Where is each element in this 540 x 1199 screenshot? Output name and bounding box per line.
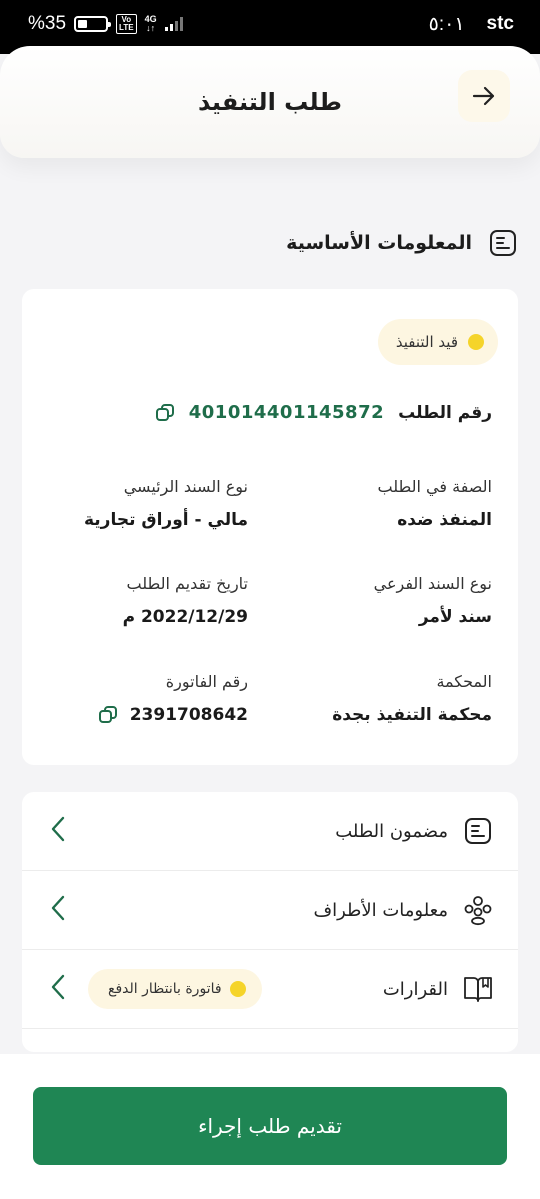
document-icon xyxy=(462,816,494,846)
list-item-label: معلومات الأطراف xyxy=(313,899,448,921)
status-dot-icon xyxy=(229,981,246,997)
list-item-decisions[interactable]: القرارات فاتورة بانتظار الدفع xyxy=(22,950,518,1029)
field-value: 2391708642 xyxy=(129,705,248,725)
field-value: المنفذ ضده xyxy=(397,510,492,530)
page-title: طلب التنفيذ xyxy=(198,88,342,116)
page-header: طلب التنفيذ xyxy=(0,46,540,158)
field-label: نوع السند الرئيسي xyxy=(123,477,248,496)
network-type: 4G ↓↑ xyxy=(144,14,157,33)
status-badge: قيد التنفيذ xyxy=(377,319,498,365)
sections-list: مضمون الطلب معلومات الأطراف القرارات فات… xyxy=(22,792,518,1052)
section-title: المعلومات الأساسية xyxy=(286,232,472,254)
payment-pending-badge: فاتورة بانتظار الدفع xyxy=(88,969,262,1009)
basic-info-card: قيد التنفيذ رقم الطلب 401014401145872 ال… xyxy=(22,289,518,765)
field-court: المحكمة محكمة التنفيذ بجدة xyxy=(272,672,492,725)
list-item-label: مضمون الطلب xyxy=(335,820,448,842)
list-item-request-content[interactable]: مضمون الطلب xyxy=(22,792,518,871)
request-number-value: 401014401145872 xyxy=(188,402,385,423)
invoice-number-row: 2391708642 xyxy=(28,705,248,725)
request-number-row: رقم الطلب 401014401145872 xyxy=(155,402,492,423)
field-invoice-number: رقم الفاتورة 2391708642 xyxy=(28,672,248,725)
chevron-left-icon xyxy=(50,895,66,925)
status-dot-icon xyxy=(468,334,484,350)
field-label: تاريخ تقديم الطلب xyxy=(126,574,248,593)
bottom-bar: تقديم طلب إجراء xyxy=(0,1054,540,1199)
field-main-bond-type: نوع السند الرئيسي مالي - أوراق تجارية xyxy=(28,477,248,530)
chevron-left-icon xyxy=(50,816,66,846)
volte-icon: Vo LTE xyxy=(116,14,137,34)
request-number-label: رقم الطلب xyxy=(398,402,492,423)
field-value: مالي - أوراق تجارية xyxy=(83,510,248,530)
field-label: المحكمة xyxy=(436,672,492,691)
field-value: سند لأمر xyxy=(418,607,492,627)
status-right: ٥:٠١ stc xyxy=(429,13,514,36)
payment-badge-label: فاتورة بانتظار الدفع xyxy=(108,981,222,997)
arrow-right-icon xyxy=(472,86,495,106)
section-heading: المعلومات الأساسية xyxy=(286,228,518,258)
field-value: 2022/12/29 م xyxy=(122,607,248,627)
book-icon xyxy=(462,974,494,1004)
document-icon xyxy=(490,230,516,256)
field-label: الصفة في الطلب xyxy=(377,477,492,496)
copy-icon[interactable] xyxy=(98,705,118,725)
list-item-parties-info[interactable]: معلومات الأطراف xyxy=(22,871,518,950)
carrier-name: stc xyxy=(486,13,514,34)
status-badge-label: قيد التنفيذ xyxy=(395,333,458,351)
signal-icon xyxy=(164,17,183,31)
chevron-left-icon xyxy=(50,974,66,1004)
battery-percent: %35 xyxy=(28,13,67,34)
status-time: ٥:٠١ xyxy=(428,13,465,35)
back-button[interactable] xyxy=(458,70,510,122)
field-sub-bond-type: نوع السند الفرعي سند لأمر xyxy=(272,574,492,627)
field-submit-date: تاريخ تقديم الطلب 2022/12/29 م xyxy=(28,574,248,627)
status-left: %35 Vo LTE 4G ↓↑ xyxy=(28,13,183,35)
battery-icon xyxy=(74,16,112,32)
field-label: رقم الفاتورة xyxy=(165,672,248,691)
field-role: الصفة في الطلب المنفذ ضده xyxy=(272,477,492,530)
copy-icon[interactable] xyxy=(155,403,175,423)
field-label: نوع السند الفرعي xyxy=(373,574,492,593)
list-item-label: القرارات xyxy=(382,978,448,1000)
field-value: محكمة التنفيذ بجدة xyxy=(332,705,492,725)
people-icon xyxy=(462,894,494,926)
submit-action-request-button[interactable]: تقديم طلب إجراء xyxy=(33,1087,507,1165)
